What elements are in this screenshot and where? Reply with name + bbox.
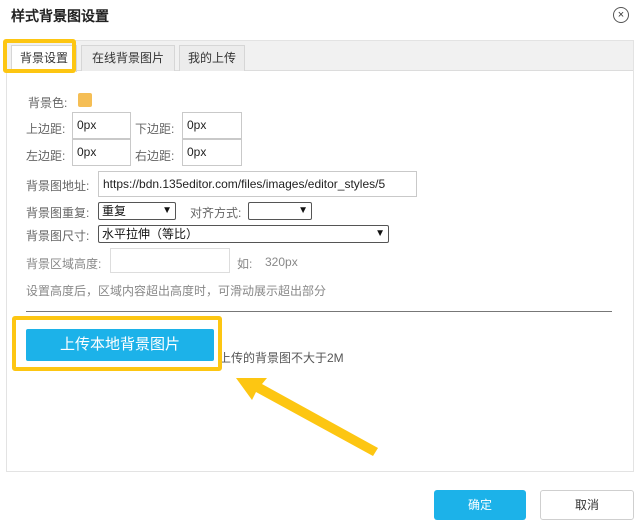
size-select-value: 水平拉伸（等比） [102,227,199,241]
bg-color-label: 背景色: [28,96,68,110]
upload-local-background-button[interactable]: 上传本地背景图片 [26,329,214,361]
tab-online-backgrounds[interactable]: 在线背景图片 [81,45,175,71]
align-select[interactable]: ▼ [248,202,312,220]
size-label: 背景图尺寸: [26,229,90,243]
margin-bottom-label: 下边距: [135,122,175,136]
height-example-label: 如: [237,257,253,271]
background-settings-dialog: 样式背景图设置 × 背景设置 在线背景图片 我的上传 背景色: 上边距: 0px… [0,0,640,522]
height-hint-text: 设置高度后，区域内容超出高度时，可滑动展示超出部分 [26,284,327,298]
height-example-value: 320px [265,255,298,269]
margin-top-label: 上边距: [26,122,66,136]
bg-color-swatch[interactable] [78,93,92,107]
close-icon[interactable]: × [613,7,629,23]
cancel-button[interactable]: 取消 [540,490,634,520]
height-input[interactable] [110,248,230,273]
repeat-select[interactable]: 重复 ▼ [98,202,176,220]
chevron-down-icon: ▼ [375,228,385,239]
repeat-label: 背景图重复: [26,206,90,220]
margin-right-label: 右边距: [135,149,175,163]
margin-bottom-input[interactable]: 0px [182,112,242,139]
tab-background-settings[interactable]: 背景设置 [11,45,77,72]
margin-left-input[interactable]: 0px [72,139,131,166]
repeat-select-value: 重复 [102,204,127,218]
margin-right-input[interactable]: 0px [182,139,242,166]
tab-my-uploads[interactable]: 我的上传 [179,45,245,71]
size-select[interactable]: 水平拉伸（等比） ▼ [98,225,389,243]
chevron-down-icon: ▼ [162,205,172,216]
image-url-label: 背景图地址: [26,179,90,193]
margin-top-input[interactable]: 0px [72,112,131,139]
chevron-down-icon: ▼ [298,205,308,216]
tab-bar: 背景设置 在线背景图片 我的上传 [7,41,633,72]
image-url-input[interactable]: https://bdn.135editor.com/files/images/e… [98,171,417,197]
align-label: 对齐方式: [190,206,242,220]
margin-left-label: 左边距: [26,149,66,163]
divider [26,311,612,312]
dialog-title: 样式背景图设置 [11,8,109,24]
height-label: 背景区域高度: [26,257,102,271]
upload-size-note: 上传的背景图不大于2M [219,351,344,365]
confirm-button[interactable]: 确定 [434,490,526,520]
